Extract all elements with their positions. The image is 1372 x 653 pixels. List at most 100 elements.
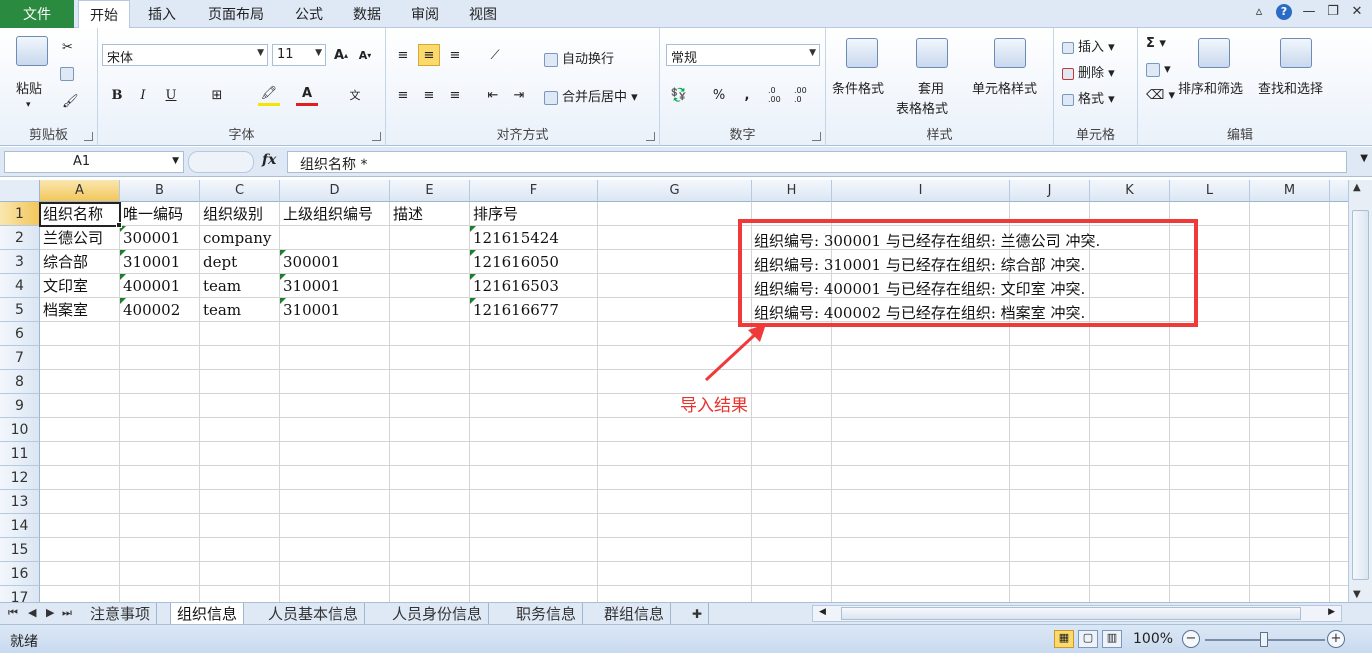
align-middle-icon[interactable]: ≡ xyxy=(418,44,440,66)
row-header[interactable]: 17 xyxy=(0,586,40,602)
align-top-icon[interactable]: ≡ xyxy=(392,44,414,66)
shrink-font-button[interactable]: A ▾ xyxy=(354,44,376,66)
row-header[interactable]: 7 xyxy=(0,346,40,370)
tab-review[interactable]: 审阅 xyxy=(398,0,452,28)
cell[interactable]: team xyxy=(200,274,241,298)
grow-font-button[interactable]: A ▴ xyxy=(330,44,352,66)
next-sheet-icon[interactable]: ▶ xyxy=(46,606,54,619)
font-size-select[interactable]: 11 ▼ xyxy=(272,44,326,66)
normal-view-icon[interactable]: ▦ xyxy=(1054,630,1074,648)
sort-filter-icon[interactable] xyxy=(1198,38,1230,68)
number-launcher-icon[interactable] xyxy=(812,132,821,141)
increase-indent-icon[interactable]: ⇥ xyxy=(508,84,530,106)
orientation-icon[interactable]: ⟋ xyxy=(484,44,506,66)
align-right-icon[interactable]: ≡ xyxy=(444,84,466,106)
column-header[interactable]: J xyxy=(1010,180,1090,202)
column-header[interactable]: I xyxy=(832,180,1010,202)
zoom-out-icon[interactable]: − xyxy=(1182,630,1200,648)
cell[interactable]: 排序号 xyxy=(470,202,518,226)
zoom-level[interactable]: 100% xyxy=(1133,631,1173,647)
last-sheet-icon[interactable]: ⏭ xyxy=(62,606,72,620)
font-launcher-icon[interactable] xyxy=(372,132,381,141)
phonetic-icon[interactable]: 文 xyxy=(344,84,366,106)
conditional-format-icon[interactable] xyxy=(846,38,878,68)
align-left-icon[interactable]: ≡ xyxy=(392,84,414,106)
font-color-icon[interactable]: A xyxy=(296,84,318,106)
clear-button[interactable]: ⌫ ▾ xyxy=(1146,88,1175,103)
paste-button[interactable]: 粘贴 xyxy=(16,78,42,97)
delete-cells-button[interactable]: 删除 ▾ xyxy=(1062,62,1115,81)
tab-insert[interactable]: 插入 xyxy=(136,0,188,28)
font-name-select[interactable]: 宋体 ▼ xyxy=(102,44,268,66)
row-header[interactable]: 16 xyxy=(0,562,40,586)
fill-handle[interactable] xyxy=(116,222,122,228)
insert-function-icon[interactable]: fx xyxy=(262,152,276,168)
row-header[interactable]: 14 xyxy=(0,514,40,538)
column-header[interactable]: K xyxy=(1090,180,1170,202)
tab-view[interactable]: 视图 xyxy=(456,0,510,28)
column-header[interactable] xyxy=(1330,180,1348,202)
format-painter-icon[interactable]: 🖌 xyxy=(62,94,79,109)
row-header[interactable]: 9 xyxy=(0,394,40,418)
fill-button[interactable]: ▾ xyxy=(1146,62,1171,77)
format-as-table-button-1[interactable]: 套用 xyxy=(918,78,944,97)
row-header[interactable]: 3 xyxy=(0,250,40,274)
cell[interactable]: 310001 xyxy=(280,274,340,298)
cell[interactable]: 400001 xyxy=(120,274,180,298)
cell[interactable]: 121616503 xyxy=(470,274,559,298)
tab-formulas[interactable]: 公式 xyxy=(282,0,336,28)
conditional-format-button[interactable]: 条件格式 xyxy=(832,78,884,97)
column-header[interactable]: E xyxy=(390,180,470,202)
autosum-button[interactable]: Σ ▾ xyxy=(1146,36,1166,51)
column-header[interactable]: A xyxy=(40,180,120,202)
merge-center-button[interactable]: 合并后居中 ▾ xyxy=(544,86,638,105)
copy-icon[interactable] xyxy=(60,66,74,81)
wrap-text-button[interactable]: 自动换行 xyxy=(544,48,614,67)
currency-icon[interactable]: 💱 xyxy=(668,84,690,106)
cell[interactable]: 310001 xyxy=(280,298,340,322)
insert-cells-button[interactable]: 插入 ▾ xyxy=(1062,36,1115,55)
zoom-in-icon[interactable]: + xyxy=(1327,630,1345,648)
tab-home[interactable]: 开始 xyxy=(78,0,130,29)
column-header[interactable]: H xyxy=(752,180,832,202)
horizontal-scroll-thumb[interactable] xyxy=(841,607,1301,620)
decrease-decimal-button[interactable]: .00 .0 xyxy=(794,84,816,106)
binoculars-icon[interactable] xyxy=(1280,38,1312,68)
cell[interactable]: team xyxy=(200,298,241,322)
cell[interactable]: dept xyxy=(200,250,237,274)
help-icon[interactable]: ? xyxy=(1276,4,1292,20)
vertical-scroll-thumb[interactable] xyxy=(1352,210,1369,580)
vertical-scrollbar[interactable]: ▲ ▼ xyxy=(1348,180,1372,602)
close-icon[interactable]: ✕ xyxy=(1350,4,1364,20)
row-header[interactable]: 8 xyxy=(0,370,40,394)
sheet-tab[interactable]: 人员身份信息 xyxy=(386,603,490,624)
minimize-icon[interactable]: — xyxy=(1302,4,1316,20)
restore-icon[interactable]: ❐ xyxy=(1326,4,1340,20)
column-header[interactable]: L xyxy=(1170,180,1250,202)
cell[interactable]: company xyxy=(200,226,271,250)
cell-styles-button[interactable]: 单元格样式 xyxy=(972,78,1037,97)
column-header[interactable]: B xyxy=(120,180,200,202)
row-header[interactable]: 6 xyxy=(0,322,40,346)
comma-button[interactable]: , xyxy=(736,84,758,106)
format-as-table-button-2[interactable]: 表格格式 xyxy=(896,98,948,117)
cell[interactable]: 121615424 xyxy=(470,226,559,250)
row-header[interactable]: 10 xyxy=(0,418,40,442)
column-header[interactable]: G xyxy=(598,180,752,202)
find-select-button[interactable]: 查找和选择 xyxy=(1258,78,1323,97)
row-header[interactable]: 1 xyxy=(0,202,40,226)
collapse-ribbon-icon[interactable]: ▵ xyxy=(1252,4,1266,20)
increase-decimal-button[interactable]: .0 .00 xyxy=(768,84,790,106)
percent-button[interactable]: % xyxy=(708,84,730,106)
column-header[interactable]: M xyxy=(1250,180,1330,202)
decrease-indent-icon[interactable]: ⇤ xyxy=(482,84,504,106)
paste-icon[interactable] xyxy=(16,36,48,66)
prev-sheet-icon[interactable]: ◀ xyxy=(28,606,36,619)
cell[interactable]: 文印室 xyxy=(40,274,88,298)
fill-color-icon[interactable]: 🖍 xyxy=(258,84,280,106)
cell[interactable]: 310001 xyxy=(120,250,180,274)
cell[interactable]: 档案室 xyxy=(40,298,88,322)
cell[interactable]: 400002 xyxy=(120,298,180,322)
cell[interactable]: 上级组织编号 xyxy=(280,202,373,226)
formula-input[interactable]: 组织名称 * xyxy=(287,151,1347,173)
